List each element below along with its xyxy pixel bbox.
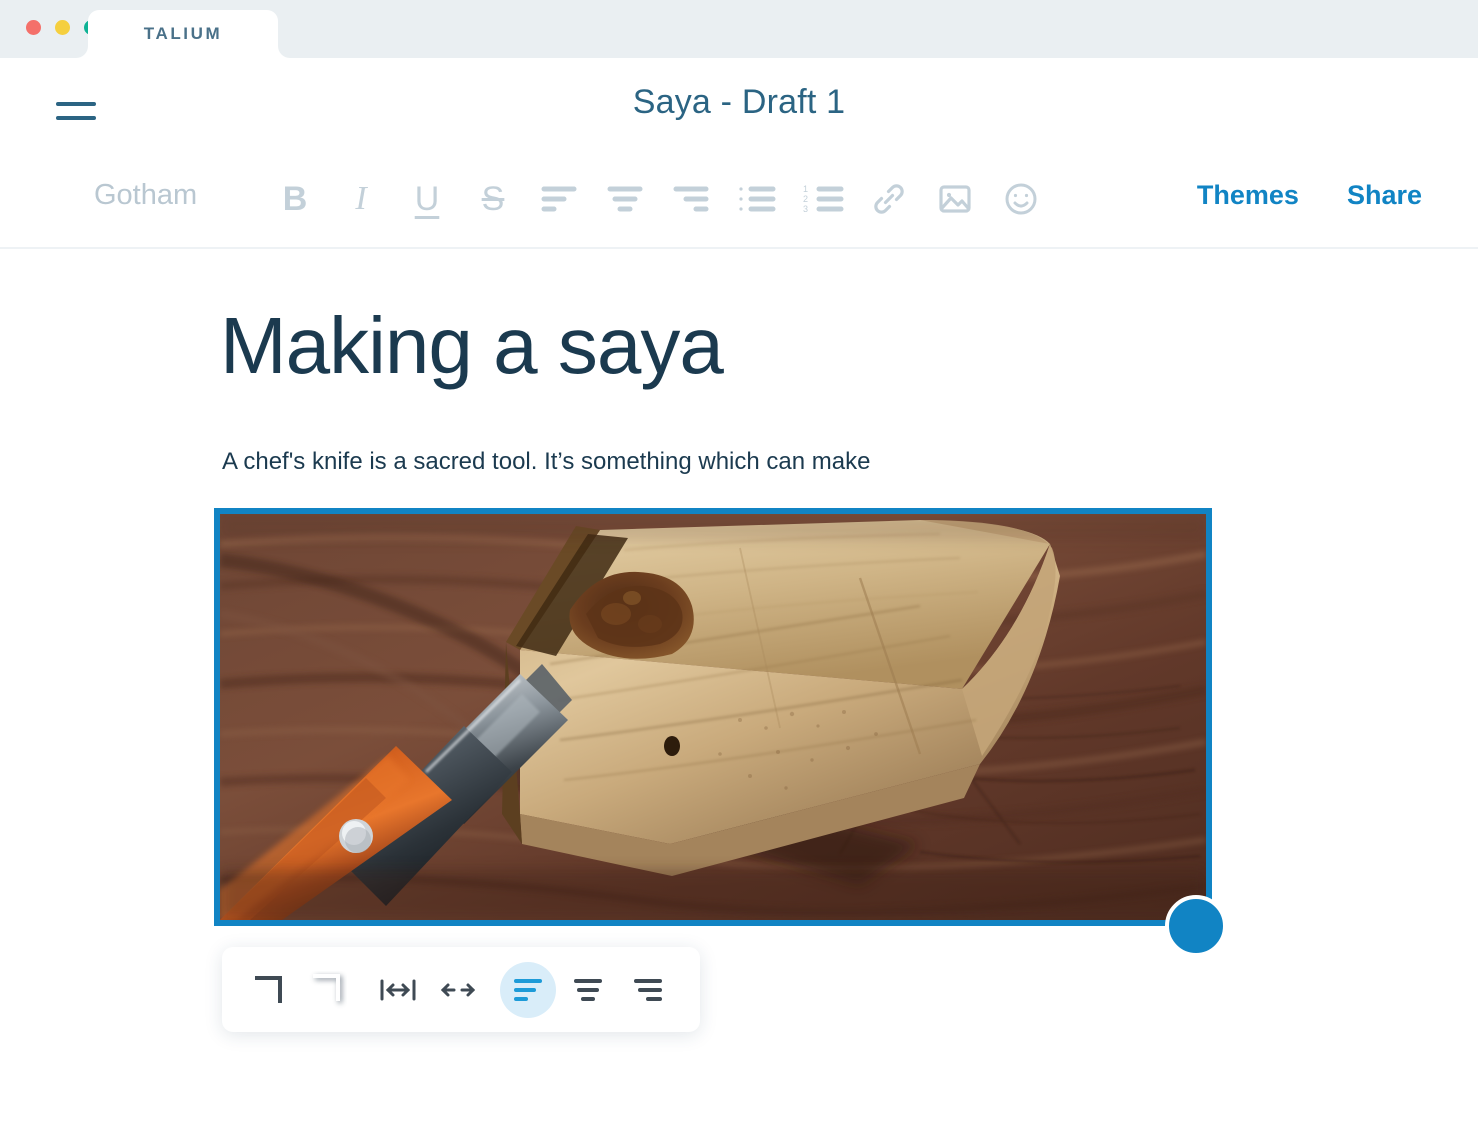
page-title: Saya - Draft 1 (0, 83, 1478, 122)
toolbar-actions: Themes Share (1197, 180, 1422, 211)
bold-button[interactable]: B (262, 170, 328, 228)
share-button[interactable]: Share (1347, 180, 1422, 211)
format-toolbar: Gotham B I U S (0, 158, 1478, 249)
align-left-icon[interactable] (526, 170, 592, 228)
close-window-icon[interactable] (26, 20, 41, 35)
align-center-icon[interactable] (592, 170, 658, 228)
document-heading[interactable]: Making a saya (220, 306, 723, 386)
corner-shadow-icon[interactable] (300, 962, 356, 1018)
strikethrough-button[interactable]: S (460, 170, 526, 228)
image-resize-handle[interactable] (1165, 895, 1227, 957)
corner-square-icon[interactable] (240, 962, 296, 1018)
emoji-icon[interactable] (988, 170, 1054, 228)
knife-saya-photo (220, 514, 1206, 920)
document-paragraph[interactable]: A chef's knife is a sacred tool. It’s so… (222, 445, 870, 479)
underline-button[interactable]: U (394, 170, 460, 228)
browser-tab-label: TALIUM (144, 24, 223, 44)
fit-width-icon[interactable] (370, 962, 426, 1018)
align-right-icon[interactable] (658, 170, 724, 228)
image-icon[interactable] (922, 170, 988, 228)
image-align-center-icon[interactable] (560, 962, 616, 1018)
numbered-list-icon[interactable]: 123 (790, 170, 856, 228)
image-align-right-icon[interactable] (620, 962, 676, 1018)
svg-text:3: 3 (803, 204, 808, 213)
italic-button[interactable]: I (328, 170, 394, 228)
tab-notch-right (278, 40, 298, 58)
image-format-toolbar (222, 947, 700, 1032)
font-family-selector[interactable]: Gotham (94, 179, 197, 212)
tab-notch-left (68, 40, 88, 58)
svg-text:2: 2 (803, 194, 808, 204)
themes-button[interactable]: Themes (1197, 180, 1299, 211)
format-tool-row: B I U S (262, 170, 1054, 228)
bulleted-list-icon[interactable] (724, 170, 790, 228)
image-align-left-icon[interactable] (500, 962, 556, 1018)
link-icon[interactable] (856, 170, 922, 228)
expand-width-icon[interactable] (430, 962, 486, 1018)
minimize-window-icon[interactable] (55, 20, 70, 35)
selected-image-block[interactable] (214, 508, 1212, 926)
browser-tab[interactable]: TALIUM (88, 10, 278, 58)
svg-text:1: 1 (803, 185, 808, 194)
